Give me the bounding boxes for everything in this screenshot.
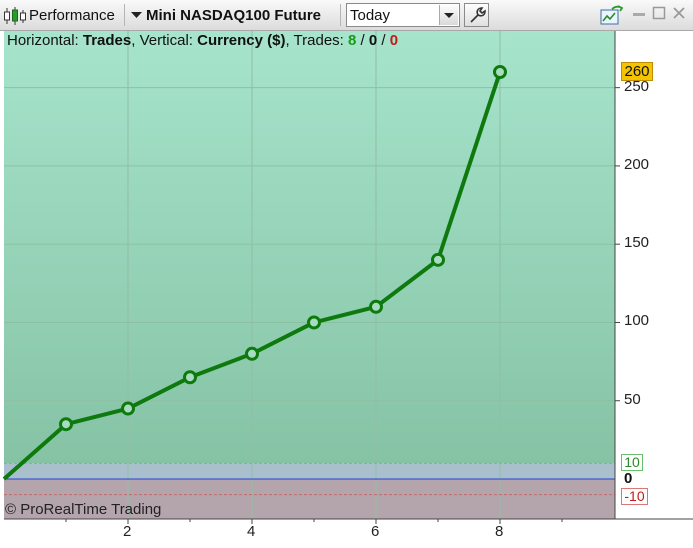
credit-text: © ProRealTime Trading	[5, 501, 162, 518]
upper-band-label: 10	[621, 454, 643, 472]
trades-separator: /	[360, 32, 365, 49]
horizontal-value: Trades	[82, 32, 132, 49]
performance-chart[interactable]	[0, 0, 693, 548]
trades-losing-count: 0	[389, 32, 399, 49]
plot-area	[4, 31, 615, 464]
data-point-marker	[59, 417, 73, 432]
upper-band-area	[4, 463, 615, 479]
y-tick-label: 150	[624, 234, 650, 252]
horizontal-label: Horizontal:	[7, 32, 79, 49]
y-tick-label: 100	[624, 312, 650, 330]
data-point-marker	[245, 346, 259, 361]
data-point-marker	[183, 370, 197, 385]
y-tick-label: 200	[624, 155, 650, 173]
vertical-value: Currency ($)	[197, 32, 286, 49]
trades-label: , Trades:	[285, 32, 344, 49]
data-point-marker	[307, 315, 321, 330]
trades-neutral-count: 0	[368, 32, 378, 49]
x-tick-label: 6	[371, 523, 380, 540]
last-value-badge: 260	[621, 62, 653, 81]
x-tick-label: 2	[123, 523, 132, 540]
data-point-marker	[121, 401, 135, 416]
chart-header: Horizontal: Trades, Vertical: Currency (…	[7, 32, 398, 49]
y-tick-label: 50	[624, 390, 641, 408]
data-point-marker	[493, 65, 507, 79]
x-tick-label: 8	[495, 523, 504, 540]
zero-tick-label: 0	[624, 470, 633, 487]
trades-separator: /	[381, 32, 386, 49]
trades-winning-count: 8	[348, 32, 357, 49]
vertical-label: , Vertical:	[131, 32, 193, 49]
lower-band-label: -10	[621, 487, 648, 505]
x-tick-label: 4	[247, 523, 256, 540]
data-point-marker	[369, 299, 383, 314]
data-point-marker	[431, 252, 445, 267]
